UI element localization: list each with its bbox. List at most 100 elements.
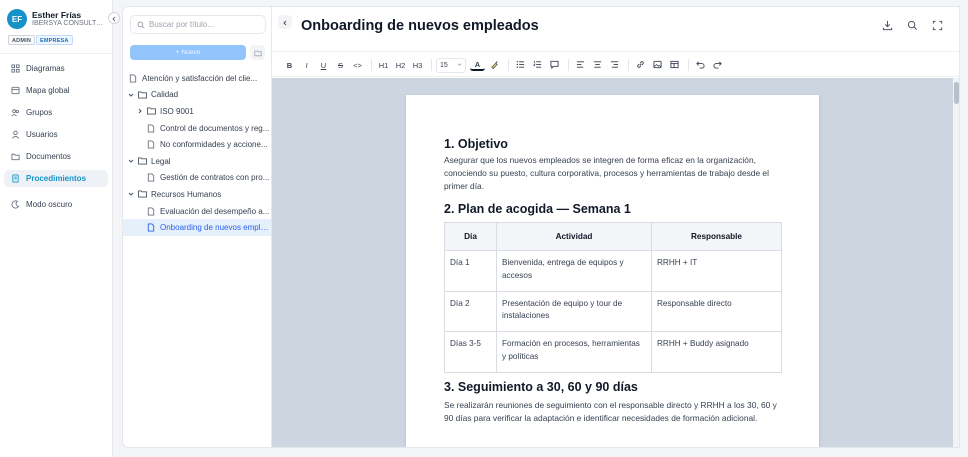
document-canvas[interactable]: 1. Objetivo Asegurar que los nuevos empl… [272, 78, 959, 447]
procedures-tree-panel: Buscar por título... + Nuevo Atención y … [122, 6, 272, 448]
section-heading: 2. Plan de acogida — Semana 1 [444, 202, 631, 216]
editor: Onboarding de nuevos empleados B I U S <… [272, 6, 960, 448]
moon-icon [10, 200, 20, 210]
sidebar-nav: Diagramas Mapa global Grupos Usuarios Do… [0, 60, 112, 218]
collapse-tree-button[interactable] [278, 15, 292, 29]
tree-folder[interactable]: Calidad [123, 87, 271, 104]
search-placeholder: Buscar por título... [149, 20, 214, 29]
folder-icon [10, 152, 20, 162]
search-document-button[interactable] [906, 18, 918, 36]
folder-plus-icon [253, 44, 262, 62]
underline-button[interactable]: U [316, 57, 331, 73]
role-badge-empresa: EMPRESA [36, 35, 73, 45]
strikethrough-button[interactable]: S [333, 57, 348, 73]
image-button[interactable] [650, 57, 665, 73]
undo-button[interactable] [693, 57, 708, 73]
tree-item[interactable]: Control de documentos y reg... [123, 120, 271, 137]
font-size-value: 15 [440, 61, 448, 69]
align-left-button[interactable] [573, 57, 588, 73]
procedure-icon [10, 174, 20, 184]
numbered-list-button[interactable] [530, 57, 545, 73]
dark-mode-toggle[interactable]: Modo oscuro [4, 196, 108, 213]
sidebar-item-documentos[interactable]: Documentos [4, 148, 108, 165]
tree-item[interactable]: No conformidades y accione... [123, 136, 271, 153]
heading3-button[interactable]: H3 [410, 57, 425, 73]
chevron-left-icon [282, 13, 288, 31]
new-folder-button[interactable] [250, 45, 265, 60]
tree-folder[interactable]: Legal [123, 153, 271, 170]
table-row: Día 2 Presentación de equipo y tour de i… [444, 290, 782, 332]
chevron-down-icon [457, 62, 462, 69]
sidebar-item-grupos[interactable]: Grupos [4, 104, 108, 121]
heading1-button[interactable]: H1 [376, 57, 391, 73]
table-header-cell: Actividad [496, 222, 652, 251]
align-right-icon [610, 60, 619, 71]
procedures-tree: Atención y satisfacción del clie... Cali… [123, 70, 271, 236]
tree-folder[interactable]: ISO 9001 [123, 103, 271, 120]
sidebar-item-mapa-global[interactable]: Mapa global [4, 82, 108, 99]
folder-icon [137, 157, 147, 165]
sidebar-item-usuarios[interactable]: Usuarios [4, 126, 108, 143]
align-center-button[interactable] [590, 57, 605, 73]
search-icon [907, 18, 918, 36]
table-header-cell: Responsable [651, 222, 782, 251]
download-button[interactable] [881, 20, 893, 33]
tree-folder[interactable]: Recursos Humanos [123, 186, 271, 203]
tree-item-label: Atención y satisfacción del clie... [142, 73, 258, 83]
tree-item-label: Control de documentos y reg... [160, 123, 270, 133]
role-badge-admin: ADMIN [8, 35, 36, 45]
new-procedure-button[interactable]: + Nuevo [130, 45, 246, 60]
table-cell: Día 1 [444, 250, 497, 292]
toolbar-divider [371, 59, 372, 71]
toolbar-divider [688, 59, 689, 71]
table-row: Días 3-5 Formación en procesos, herramie… [444, 331, 782, 373]
font-size-select[interactable]: 15 [436, 57, 466, 73]
table-cell: Días 3-5 [444, 331, 497, 373]
code-button[interactable]: <> [350, 57, 365, 73]
bullet-list-button[interactable] [513, 57, 528, 73]
align-right-button[interactable] [607, 57, 622, 73]
section-paragraph: Asegurar que los nuevos empleados se int… [444, 155, 769, 191]
sidebar-item-label: Grupos [26, 108, 53, 117]
link-button[interactable] [633, 57, 648, 73]
search-input[interactable]: Buscar por título... [130, 15, 266, 34]
table-cell: Formación en procesos, herramientas y po… [496, 331, 652, 373]
table-cell: RRHH + Buddy asignado [651, 331, 782, 373]
section-heading: 1. Objetivo [444, 137, 508, 151]
comment-button[interactable] [547, 57, 562, 73]
table-header-row: Día Actividad Responsable [444, 222, 782, 251]
numbered-list-icon [533, 60, 542, 71]
dark-mode-label: Modo oscuro [26, 200, 73, 209]
tree-folder-label: ISO 9001 [160, 106, 194, 116]
sidebar-item-label: Mapa global [26, 86, 70, 95]
image-icon [653, 60, 662, 71]
toolbar-divider [628, 59, 629, 71]
onboarding-plan-table: Día Actividad Responsable Día 1 Bienveni… [444, 222, 782, 373]
table-row: Día 1 Bienvenida, entrega de equipos y a… [444, 250, 782, 292]
canvas-scrollbar[interactable] [953, 78, 959, 447]
chevron-left-icon [111, 9, 117, 27]
highlight-button[interactable] [487, 57, 502, 73]
text-color-button[interactable]: A [470, 59, 485, 71]
tree-item-selected[interactable]: Onboarding de nuevos emple... [123, 219, 271, 236]
redo-button[interactable] [710, 57, 725, 73]
bold-button[interactable]: B [282, 57, 297, 73]
chevron-down-icon [127, 158, 135, 164]
tree-item[interactable]: Gestión de contratos con pro... [123, 170, 271, 187]
user-card[interactable]: EF Esther Frías IBERSYA CONSULTOR… ADMIN… [0, 0, 112, 54]
table-button[interactable] [667, 57, 682, 73]
heading2-button[interactable]: H2 [393, 57, 408, 73]
italic-button[interactable]: I [299, 57, 314, 73]
folder-icon [146, 107, 156, 116]
tree-item[interactable]: Evaluación del desempeño a... [123, 203, 271, 220]
document-page[interactable]: 1. Objetivo Asegurar que los nuevos empl… [406, 95, 819, 447]
sidebar-item-procedimientos[interactable]: Procedimientos [4, 170, 108, 187]
fullscreen-button[interactable] [931, 20, 943, 33]
sidebar-collapse-button[interactable] [108, 12, 120, 24]
table-icon [670, 60, 679, 71]
sidebar-item-diagramas[interactable]: Diagramas [4, 60, 108, 77]
section-paragraph: Se realizarán reuniones de seguimiento c… [444, 400, 777, 423]
page-title: Onboarding de nuevos empleados [301, 18, 539, 34]
scrollbar-thumb[interactable] [954, 82, 959, 104]
tree-item[interactable]: Atención y satisfacción del clie... [123, 70, 271, 87]
